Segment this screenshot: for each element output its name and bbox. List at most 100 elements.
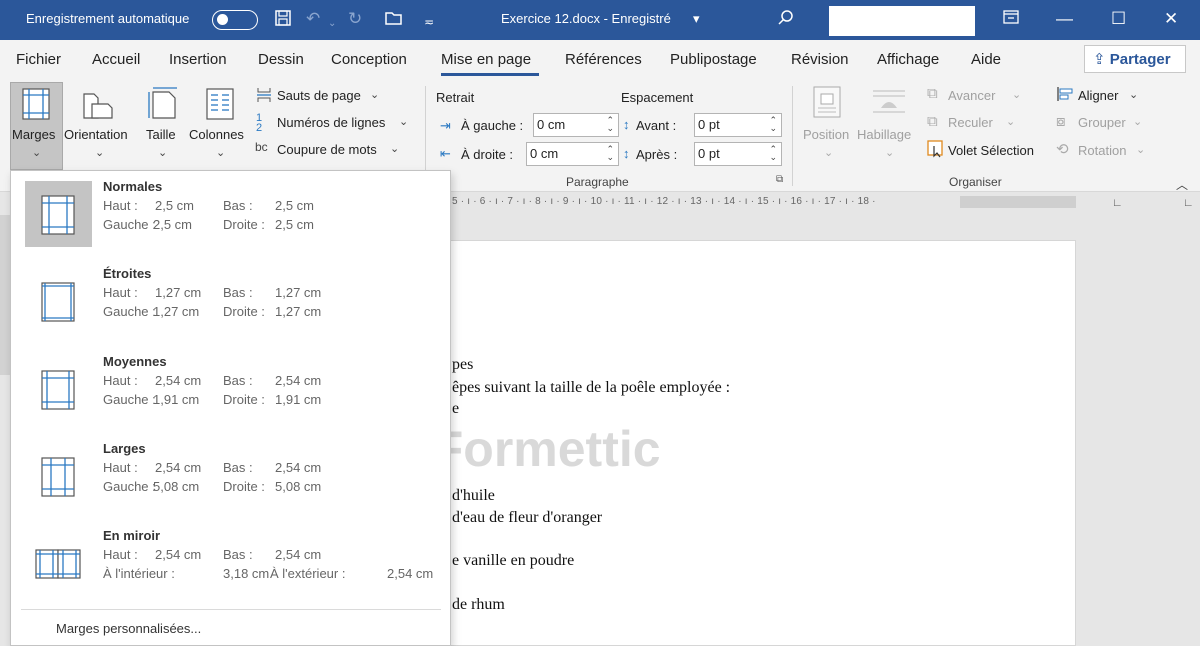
autosave-label: Enregistrement automatique: [26, 11, 190, 26]
volet-selection-label[interactable]: Volet Sélection: [948, 143, 1034, 158]
droite-label: Droite :: [223, 217, 265, 232]
sauts-label[interactable]: Sauts de page: [277, 88, 361, 103]
haut-value: 2,54 cm: [155, 460, 202, 475]
close-icon[interactable]: ✕: [1164, 8, 1178, 30]
option-title: Moyennes: [103, 354, 167, 369]
maximize-icon[interactable]: ☐: [1111, 8, 1126, 30]
position-label[interactable]: Position: [803, 127, 849, 142]
haut-label: Haut :: [103, 198, 138, 213]
spacing-before-field[interactable]: 0 pt ⌃ ⌄: [694, 113, 782, 137]
doc-line[interactable]: d'huile: [452, 487, 495, 505]
margin-option-etroites[interactable]: Étroites Haut : 1,27 cm Bas : 1,27 cm Ga…: [25, 258, 445, 342]
redo-icon[interactable]: ↻: [348, 9, 362, 29]
bas-label: Bas :: [223, 460, 253, 475]
orientation-label[interactable]: Orientation: [64, 127, 128, 142]
habillage-chevron-icon: ⌄: [885, 147, 895, 159]
custom-margins-item[interactable]: Marges personnalisées...: [56, 621, 201, 636]
margin-option-en-miroir[interactable]: En miroir Haut : 2,54 cm Bas : 2,54 cm À…: [25, 520, 445, 604]
margin-option-moyennes[interactable]: Moyennes Haut : 2,54 cm Bas : 2,54 cm Ga…: [25, 346, 445, 430]
tab-references[interactable]: Références: [565, 51, 642, 68]
tab-insertion[interactable]: Insertion: [169, 51, 227, 68]
search-box[interactable]: [829, 6, 975, 36]
minimize-icon[interactable]: —: [1056, 8, 1073, 30]
orientation-chevron-icon: ⌄: [95, 147, 105, 159]
indent-right-field[interactable]: 0 cm ⌃ ⌄: [526, 142, 619, 166]
taille-chevron-icon: ⌄: [158, 147, 168, 159]
bas-value: 2,5 cm: [275, 198, 315, 213]
doc-line[interactable]: d'eau de fleur d'oranger: [452, 509, 602, 527]
avancer-chevron-icon: ⌄: [1012, 89, 1022, 101]
colonnes-label[interactable]: Colonnes: [189, 127, 244, 142]
indent-left-field[interactable]: 0 cm ⌃ ⌄: [533, 113, 619, 137]
search-icon[interactable]: [777, 9, 795, 32]
haut-label: Haut :: [103, 547, 138, 562]
narrow-margins-icon: [25, 268, 92, 334]
open-icon[interactable]: [384, 9, 404, 32]
doc-line[interactable]: êpes suivant la taille de la poêle emplo…: [452, 379, 730, 397]
numeros-chevron-icon: ⌄: [399, 116, 409, 128]
ribbon-tabs: Fichier Accueil Insertion Dessin Concept…: [0, 40, 1200, 78]
dialog-launcher-icon[interactable]: ⧉: [776, 174, 783, 185]
spacing-after-spinner-icon[interactable]: ⌃ ⌄: [769, 145, 777, 162]
tab-affichage[interactable]: Affichage: [877, 51, 939, 68]
spacing-after-field[interactable]: 0 pt ⌃ ⌄: [694, 142, 782, 166]
columns-icon: [206, 88, 234, 123]
spacing-before-spinner-icon[interactable]: ⌃ ⌄: [769, 116, 777, 133]
selection-pane-icon: [927, 140, 945, 161]
droite-label: Droite :: [223, 479, 265, 494]
taille-label[interactable]: Taille: [146, 127, 176, 142]
doc-line[interactable]: de rhum: [452, 596, 505, 614]
rotation-label[interactable]: Rotation: [1078, 143, 1126, 158]
margin-option-normales[interactable]: Normales Haut : 2,5 cm Bas : 2,5 cm Gauc…: [25, 171, 445, 255]
autosave-toggle[interactable]: [212, 10, 258, 30]
collapse-ribbon-icon[interactable]: ︿: [1176, 176, 1188, 193]
aligner-label[interactable]: Aligner: [1078, 88, 1118, 103]
bas-value: 1,27 cm: [275, 285, 322, 300]
tab-fichier[interactable]: Fichier: [16, 51, 61, 68]
ribbon-display-icon[interactable]: [1003, 9, 1019, 30]
tab-conception[interactable]: Conception: [331, 51, 407, 68]
tab-publipostage[interactable]: Publipostage: [670, 51, 757, 68]
size-icon: [147, 86, 179, 123]
a-gauche-label: À gauche :: [461, 118, 524, 133]
bas-value: 2,54 cm: [275, 547, 322, 562]
grouper-label[interactable]: Grouper: [1078, 115, 1126, 130]
doc-title: Exercice 12.docx - Enregistré: [501, 11, 671, 26]
numeros-label[interactable]: Numéros de lignes: [277, 115, 385, 130]
doc-title-chevron[interactable]: ▾: [693, 11, 700, 27]
reculer-label[interactable]: Reculer: [948, 115, 993, 130]
coupure-label[interactable]: Coupure de mots: [277, 142, 377, 157]
margins-dropdown: Normales Haut : 2,5 cm Bas : 2,5 cm Gauc…: [10, 170, 451, 646]
doc-line[interactable]: e: [452, 400, 459, 418]
title-bar: Enregistrement automatique ↶ ⌄ ↻ ≂ Exerc…: [0, 0, 1200, 40]
doc-line[interactable]: pes: [452, 356, 473, 374]
indent-left-spinner-icon[interactable]: ⌃ ⌄: [606, 116, 614, 133]
rotation-chevron-icon: ⌄: [1136, 144, 1146, 156]
tab-revision[interactable]: Révision: [791, 51, 849, 68]
tab-stop-icon[interactable]: ∟: [1112, 197, 1123, 209]
apres-label: Après :: [636, 147, 678, 162]
gauche-label: Gauche :: [103, 479, 156, 494]
habillage-label[interactable]: Habillage: [857, 127, 911, 142]
share-button[interactable]: ⇪ Partager: [1084, 45, 1186, 73]
undo-dropdown-icon[interactable]: ⌄: [328, 14, 336, 34]
gauche-label: Gauche :: [103, 217, 156, 232]
margin-option-larges[interactable]: Larges Haut : 2,54 cm Bas : 2,54 cm Gauc…: [25, 433, 445, 517]
haut-value: 2,54 cm: [155, 547, 202, 562]
ruler-ticks: 5 · ı · 6 · ı · 7 · ı · 8 · ı · 9 · ı · …: [452, 196, 876, 207]
customize-icon[interactable]: ≂: [424, 12, 434, 32]
tab-aide[interactable]: Aide: [971, 51, 1001, 68]
tab-dessin[interactable]: Dessin: [258, 51, 304, 68]
indent-right-value: 0 cm: [530, 146, 559, 161]
undo-icon[interactable]: ↶: [306, 9, 320, 29]
espacement-label: Espacement: [621, 90, 694, 105]
spacing-after-icon: ↕: [623, 146, 630, 161]
doc-line[interactable]: e vanille en poudre: [452, 552, 574, 570]
tab-accueil[interactable]: Accueil: [92, 51, 140, 68]
avancer-label[interactable]: Avancer: [948, 88, 995, 103]
save-icon[interactable]: [274, 9, 292, 32]
tab-mise-en-page[interactable]: Mise en page: [441, 51, 531, 68]
retrait-label: Retrait: [436, 90, 475, 105]
indent-right-spinner-icon[interactable]: ⌃ ⌄: [606, 145, 614, 162]
tab-selector-icon[interactable]: ∟: [1183, 197, 1194, 209]
